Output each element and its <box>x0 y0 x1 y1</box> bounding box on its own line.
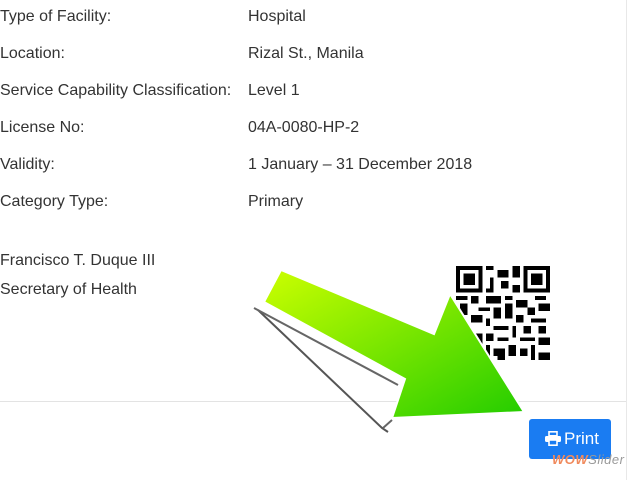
qr-code <box>456 266 550 360</box>
signatory-title: Secretary of Health <box>0 281 137 298</box>
detail-label: License No: <box>0 119 85 136</box>
printer-icon <box>545 431 562 446</box>
detail-label: Category Type: <box>0 193 109 210</box>
detail-value: Level 1 <box>248 82 300 99</box>
panel-border <box>626 0 627 480</box>
detail-value: Rizal St., Manila <box>248 45 364 62</box>
detail-value: Hospital <box>248 8 306 25</box>
detail-value: 04A-0080-HP-2 <box>248 119 360 136</box>
detail-label: Validity: <box>0 156 55 173</box>
detail-value: 1 January – 31 December 2018 <box>248 156 473 173</box>
detail-value: Primary <box>248 193 304 210</box>
signatory-name: Francisco T. Duque III <box>0 252 156 269</box>
detail-label: Service Capability Classification: <box>0 82 232 99</box>
watermark: WOWSlider <box>552 452 625 467</box>
detail-label: Location: <box>0 45 65 62</box>
footer-divider <box>0 401 626 402</box>
detail-label: Type of Facility: <box>0 8 112 25</box>
print-button-label: Print <box>564 429 599 448</box>
pointer-arrow-annotation <box>253 268 526 433</box>
